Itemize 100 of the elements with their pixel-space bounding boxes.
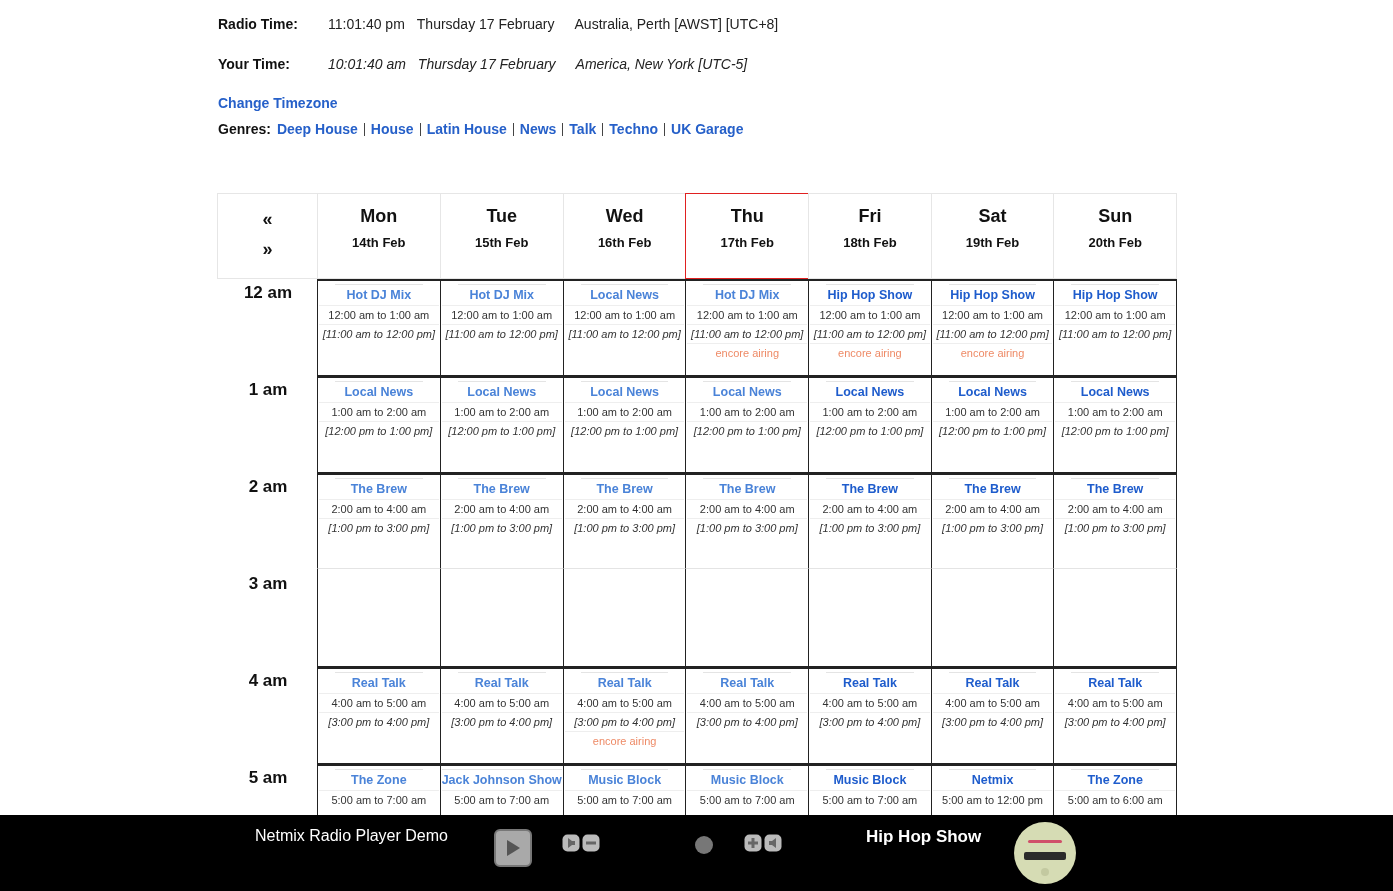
genre-link[interactable]: Talk — [569, 121, 597, 137]
clock-date: Thursday 17 February — [416, 16, 555, 32]
genre-link[interactable]: Deep House — [276, 121, 358, 137]
day-name: Sat — [978, 206, 1007, 227]
day-date: 18th Feb — [843, 235, 897, 250]
local-show-time: [3:00 pm to 4:00 pm] — [932, 712, 1053, 731]
encore-label: encore airing — [932, 343, 1053, 362]
genre-link[interactable]: Techno — [609, 121, 659, 137]
show-link[interactable]: The Brew — [826, 478, 914, 499]
show-link[interactable]: Music Block — [826, 769, 914, 790]
show-time: 2:00 am to 4:00 am — [441, 499, 562, 518]
day-date: 16th Feb — [597, 235, 652, 250]
show-time: 12:00 am to 1:00 am — [687, 305, 808, 324]
show-link[interactable]: Local News — [826, 381, 914, 402]
show-time: 5:00 am to 12:00 pm — [932, 790, 1053, 809]
local-show-time: [11:00 am to 12:00 pm] — [1055, 324, 1175, 343]
show-time: 5:00 am to 7:00 am — [687, 790, 808, 809]
show-link[interactable]: Real Talk — [703, 672, 792, 693]
genre-link[interactable]: Latin House — [426, 121, 507, 137]
clock-label: Radio Time: — [218, 16, 299, 32]
hour-label: 5 am — [248, 768, 288, 787]
genre-link[interactable]: News — [519, 121, 557, 137]
day-name: Sun — [1098, 206, 1133, 227]
show-link[interactable]: Real Talk — [948, 672, 1037, 693]
show-link[interactable]: Local News — [457, 381, 546, 402]
show-time: 4:00 am to 5:00 am — [1055, 693, 1175, 712]
show-time: 1:00 am to 2:00 am — [319, 402, 439, 421]
change-timezone-link[interactable]: Change Timezone — [218, 95, 338, 111]
show-link[interactable]: Local News — [1071, 381, 1159, 402]
show-link[interactable]: Hot DJ Mix — [335, 284, 423, 305]
play-button[interactable] — [494, 829, 532, 867]
show-link[interactable]: Local News — [948, 381, 1037, 402]
volume-knob[interactable] — [695, 836, 713, 854]
show-link[interactable]: Real Talk — [1071, 672, 1159, 693]
show-time: 4:00 am to 5:00 am — [932, 693, 1053, 712]
show-time: 2:00 am to 4:00 am — [810, 499, 930, 518]
show-link[interactable]: Local News — [703, 381, 792, 402]
show-link[interactable]: The Zone — [335, 769, 423, 790]
show-link[interactable]: The Brew — [948, 478, 1037, 499]
show-link[interactable]: Hot DJ Mix — [703, 284, 792, 305]
previous-week-link[interactable]: « — [262, 210, 273, 228]
show-time: 2:00 am to 4:00 am — [564, 499, 685, 518]
show-link[interactable]: Hot DJ Mix — [457, 284, 546, 305]
volume-down-button[interactable] — [562, 834, 600, 852]
clock-label: Your Time: — [218, 56, 291, 72]
genre-link[interactable]: House — [370, 121, 414, 137]
encore-label: encore airing — [810, 343, 930, 362]
local-show-time: [1:00 pm to 3:00 pm] — [810, 518, 930, 537]
show-time: 4:00 am to 5:00 am — [319, 693, 439, 712]
show-time: 2:00 am to 4:00 am — [1055, 499, 1175, 518]
show-time: 12:00 am to 1:00 am — [441, 305, 562, 324]
show-time: 4:00 am to 5:00 am — [810, 693, 930, 712]
show-link[interactable]: The Brew — [335, 478, 423, 499]
show-link[interactable]: Local News — [580, 381, 669, 402]
day-name: Mon — [360, 206, 398, 227]
player-title: Netmix Radio Player Demo — [255, 827, 449, 845]
genre-link[interactable]: UK Garage — [671, 121, 744, 137]
show-link[interactable]: The Zone — [1071, 769, 1159, 790]
show-link[interactable]: Netmix — [948, 769, 1037, 790]
hour-label: 12 am — [243, 283, 293, 302]
show-link[interactable]: The Brew — [703, 478, 792, 499]
show-link[interactable]: Real Talk — [826, 672, 914, 693]
next-week-link[interactable]: » — [262, 240, 273, 258]
show-link[interactable]: Hip Hop Show — [948, 284, 1037, 305]
show-link[interactable]: Local News — [335, 381, 423, 402]
show-link[interactable]: Music Block — [703, 769, 792, 790]
show-time: 1:00 am to 2:00 am — [564, 402, 685, 421]
local-show-time: [12:00 pm to 1:00 pm] — [1055, 421, 1175, 440]
show-link[interactable]: The Brew — [457, 478, 546, 499]
show-time: 12:00 am to 1:00 am — [564, 305, 685, 324]
show-link[interactable]: Hip Hop Show — [826, 284, 914, 305]
speaker-icon — [764, 834, 782, 852]
encore-label: encore airing — [564, 731, 685, 750]
hour-label: 2 am — [248, 477, 288, 496]
show-time: 1:00 am to 2:00 am — [1055, 402, 1175, 421]
local-show-time: [12:00 pm to 1:00 pm] — [810, 421, 930, 440]
show-link[interactable]: The Brew — [1071, 478, 1159, 499]
local-show-time: [11:00 am to 12:00 pm] — [319, 324, 439, 343]
show-link[interactable]: Real Talk — [457, 672, 546, 693]
show-link[interactable]: The Brew — [580, 478, 669, 499]
show-time: 4:00 am to 5:00 am — [441, 693, 562, 712]
show-link[interactable]: Jack Johnson Show — [441, 769, 562, 790]
day-name: Thu — [730, 206, 764, 227]
show-link[interactable]: Real Talk — [580, 672, 669, 693]
local-show-time: [12:00 pm to 1:00 pm] — [564, 421, 685, 440]
show-link[interactable]: Music Block — [580, 769, 669, 790]
local-show-time: [1:00 pm to 3:00 pm] — [932, 518, 1053, 537]
show-time: 2:00 am to 4:00 am — [932, 499, 1053, 518]
clock-time: 11:01:40 pm — [328, 16, 405, 32]
show-link[interactable]: Hip Hop Show — [1071, 284, 1159, 305]
volume-up-button[interactable] — [744, 834, 782, 852]
day-date: 14th Feb — [352, 235, 406, 250]
show-link[interactable]: Local News — [580, 284, 669, 305]
local-show-time: [3:00 pm to 4:00 pm] — [1055, 712, 1175, 731]
local-show-time: [3:00 pm to 4:00 pm] — [564, 712, 685, 731]
genres-label: Genres: — [218, 121, 271, 137]
local-show-time: [11:00 am to 12:00 pm] — [810, 324, 930, 343]
show-time: 5:00 am to 7:00 am — [319, 790, 439, 809]
hour-label: 1 am — [248, 380, 288, 399]
show-link[interactable]: Real Talk — [335, 672, 423, 693]
